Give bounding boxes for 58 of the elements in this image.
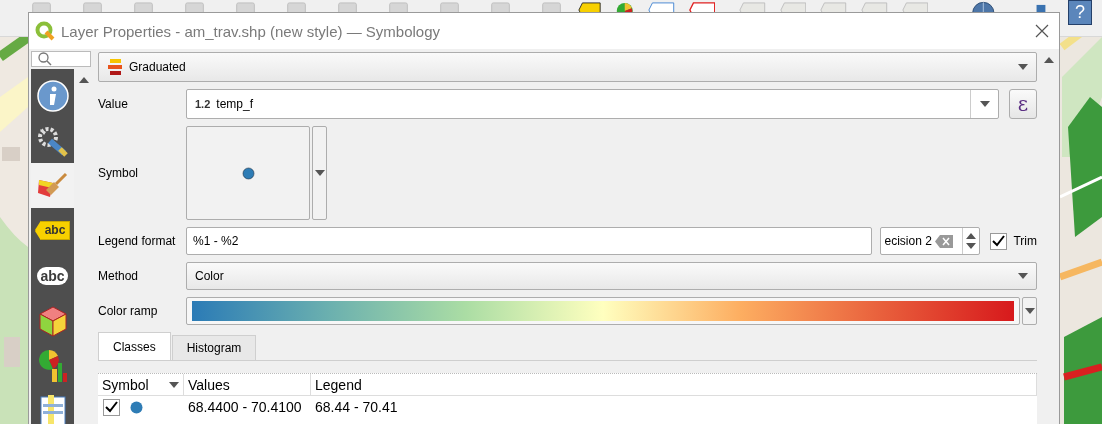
class-checkbox[interactable] [103, 398, 120, 416]
table-cell-text: 68.4400 - 70.4100 [187, 399, 303, 415]
close-icon[interactable] [1035, 24, 1049, 38]
scroll-up-icon [78, 77, 89, 83]
caret-icon [314, 170, 325, 176]
search-icon [38, 52, 52, 66]
caret-icon [979, 101, 990, 107]
sidebar-item[interactable]: abc [31, 208, 74, 253]
field-label: Value [98, 97, 129, 111]
column-header[interactable]: Symbol [98, 374, 184, 396]
caret-icon [1018, 64, 1028, 70]
method-value: Color [195, 269, 225, 283]
color-ramp-dropdown[interactable] [1022, 297, 1037, 325]
search-field[interactable] [31, 51, 91, 67]
caret-icon [1024, 308, 1035, 314]
form-icon [37, 393, 68, 424]
color-ramp-button[interactable] [186, 297, 1020, 325]
precision-spinbox[interactable]: ecision 2 [880, 227, 981, 255]
field-label: Color ramp [98, 304, 159, 318]
value-field[interactable]: 1.2 temp_f [186, 89, 999, 119]
column-header[interactable]: Legend [311, 374, 1037, 396]
checkbox-label: Trim [1013, 234, 1037, 248]
caret-icon [1018, 273, 1028, 279]
label-tag-icon: abc [34, 221, 71, 240]
tab[interactable]: Histogram [171, 335, 257, 360]
chart-icon [37, 348, 68, 383]
precision-value: ecision 2 [884, 234, 932, 248]
legend-format-field[interactable]: %1 - %2 [186, 227, 873, 255]
renderer-name: Graduated [129, 60, 187, 74]
tab[interactable]: Classes [98, 332, 171, 360]
column-header[interactable]: Values [184, 374, 311, 396]
field-label: Method [98, 269, 140, 283]
trim-checkbox[interactable] [990, 232, 1008, 250]
tools-icon [35, 124, 70, 157]
sidebar-item[interactable]: abc [31, 253, 74, 298]
help-button[interactable]: ? [1068, 0, 1093, 25]
graduated-icon [107, 58, 123, 76]
expression-button[interactable]: ε [1009, 89, 1037, 119]
spin-arrows-icon[interactable] [966, 233, 977, 249]
cube-icon [37, 304, 68, 337]
sidebar-item[interactable] [31, 163, 74, 208]
field-label: Symbol [98, 166, 139, 180]
symbol-dot-icon [241, 166, 255, 180]
method-dropdown[interactable]: Color [186, 262, 1037, 290]
clear-icon[interactable] [934, 234, 953, 248]
caret-icon [169, 381, 179, 388]
label-bubble-icon: abc [37, 266, 68, 285]
field-value: temp_f [216, 97, 254, 111]
symbol-button[interactable] [186, 126, 310, 220]
field-label: Legend format [98, 234, 177, 248]
window-title: Layer Properties - am_trav.shp (new style) — Symbology [61, 22, 442, 40]
renderer-dropdown[interactable]: Graduated [98, 52, 1037, 82]
type-label: 1.2 [195, 98, 211, 110]
scroll-up-icon [1044, 57, 1054, 63]
info-icon [36, 79, 69, 112]
symbol-dropdown[interactable] [312, 126, 327, 220]
app-logo-icon [35, 21, 55, 41]
table-cell-text: 68.44 - 70.41 [314, 399, 399, 415]
